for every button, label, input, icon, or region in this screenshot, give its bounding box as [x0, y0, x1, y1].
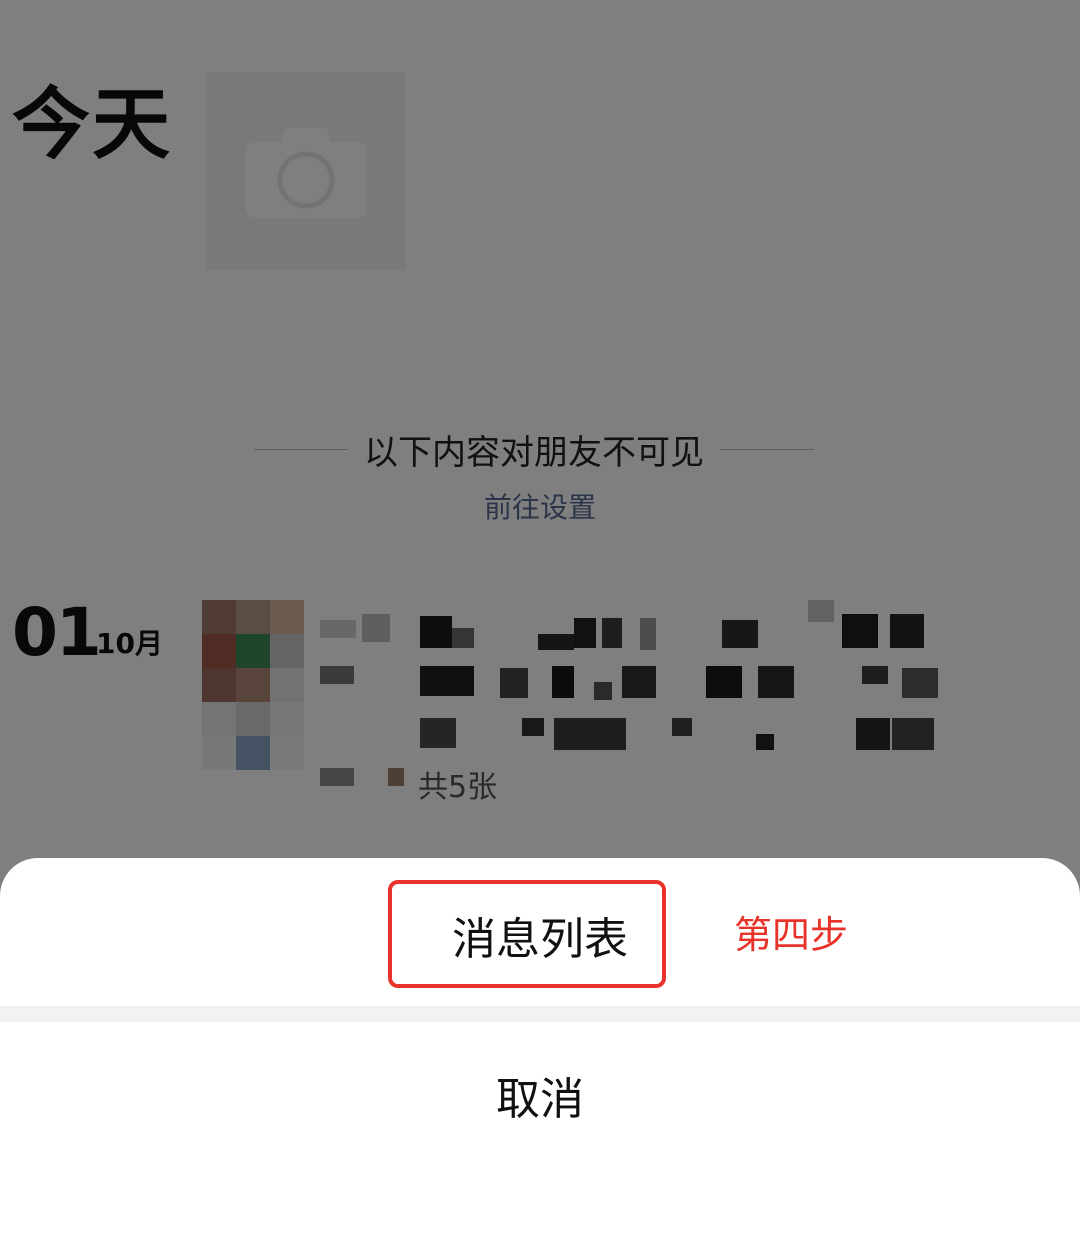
step-annotation: 第四步: [734, 913, 849, 957]
sheet-separator: [0, 1006, 1080, 1022]
cancel-button[interactable]: 取消: [0, 1040, 1080, 1150]
highlight-box: [388, 880, 666, 988]
